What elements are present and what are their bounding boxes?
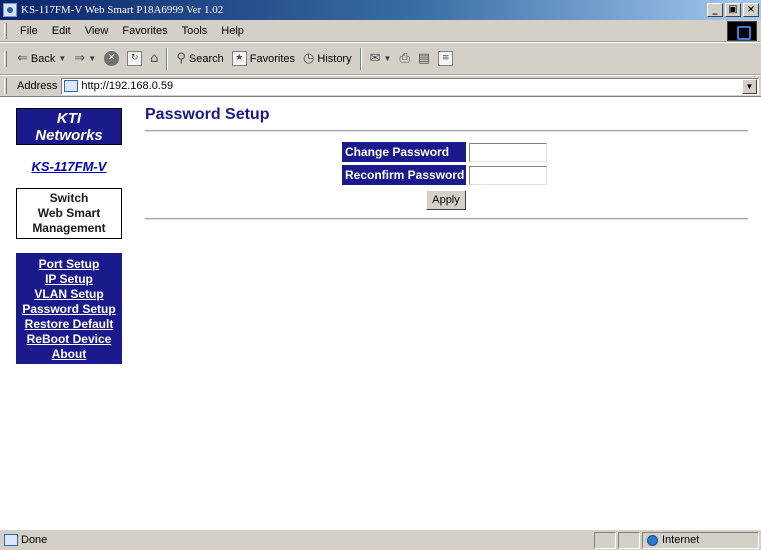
toolbar-separator xyxy=(166,47,169,70)
search-button[interactable]: ⚲ Search xyxy=(172,51,227,66)
stop-button[interactable]: ✕ xyxy=(100,51,123,66)
address-dropdown-icon[interactable]: ▼ xyxy=(742,78,757,94)
menu-tools[interactable]: Tools xyxy=(175,25,215,37)
minimize-button[interactable]: _ xyxy=(707,3,723,17)
menu-grip[interactable] xyxy=(4,22,7,39)
back-label: Back xyxy=(30,52,56,65)
address-grip[interactable] xyxy=(4,78,7,94)
window-title-bar: KS-117FM-V Web Smart P18A6999 Ver 1.02 _… xyxy=(0,0,761,20)
menu-edit[interactable]: Edit xyxy=(45,25,78,37)
edit-button[interactable]: ▤ xyxy=(414,51,434,66)
status-text: Done xyxy=(21,534,48,546)
status-bar: Done Internet xyxy=(0,529,761,550)
menu-favorites[interactable]: Favorites xyxy=(115,25,174,37)
address-label: Address xyxy=(17,80,58,92)
nav-about[interactable]: About xyxy=(16,347,122,362)
zone-label: Internet xyxy=(662,534,700,546)
favorites-icon: ★ xyxy=(231,51,247,66)
menu-file[interactable]: File xyxy=(13,25,45,37)
menu-view[interactable]: View xyxy=(78,25,116,37)
logo-line1: KTI xyxy=(56,110,82,127)
home-button[interactable]: ⌂ xyxy=(146,51,162,66)
status-pane xyxy=(594,531,616,549)
standard-toolbar: ⇐ Back ▼ ⇒ ▼ ✕ ↻ ⌂ ⚲ Search ★ Favorites … xyxy=(0,43,761,75)
page-title: Password Setup xyxy=(145,106,270,123)
globe-icon xyxy=(647,534,658,546)
model-link[interactable]: KS-117FM-V xyxy=(16,159,122,174)
refresh-icon: ↻ xyxy=(127,51,143,66)
refresh-button[interactable]: ↻ xyxy=(123,51,146,66)
management-box: Switch Web Smart Management xyxy=(16,188,122,239)
address-bar: Address http://192.168.0.59 ▼ xyxy=(0,76,761,97)
favorites-button[interactable]: ★ Favorites xyxy=(228,51,299,66)
apply-button[interactable]: Apply xyxy=(426,190,466,210)
toolbar-separator xyxy=(359,47,362,70)
nav-port-setup[interactable]: Port Setup xyxy=(16,257,122,272)
change-password-row: Change Password xyxy=(342,142,547,162)
status-pane xyxy=(618,531,640,549)
kti-logo: KTI Networks xyxy=(16,108,122,145)
reconfirm-password-input[interactable] xyxy=(469,165,547,185)
edit-icon: ▤ xyxy=(417,51,431,66)
history-icon: ◷ xyxy=(303,51,315,66)
forward-dropdown-icon[interactable]: ▼ xyxy=(88,54,96,63)
page-icon xyxy=(64,80,79,92)
restore-button[interactable]: ▣ xyxy=(725,3,741,17)
page-content: KTI Networks KS-117FM-V Switch Web Smart… xyxy=(0,98,761,529)
nav-password-setup[interactable]: Password Setup xyxy=(16,302,122,317)
close-button[interactable]: × xyxy=(743,3,759,17)
discuss-button[interactable]: ≡ xyxy=(434,51,457,66)
mgmt-line1: Switch xyxy=(49,191,89,205)
back-button[interactable]: ⇐ Back ▼ xyxy=(13,51,70,66)
print-button[interactable]: ⎙ xyxy=(395,51,413,66)
favorites-label: Favorites xyxy=(249,52,296,65)
search-label: Search xyxy=(188,52,224,65)
window-controls: _ ▣ × xyxy=(707,3,759,17)
change-password-label: Change Password xyxy=(342,142,466,162)
mgmt-line3: Management xyxy=(32,221,106,235)
nav-reboot-device[interactable]: ReBoot Device xyxy=(16,332,122,347)
search-icon: ⚲ xyxy=(176,51,186,66)
toolbar-grip[interactable] xyxy=(4,50,7,67)
discuss-icon: ≡ xyxy=(438,51,454,66)
back-arrow-icon: ⇐ xyxy=(17,51,28,66)
address-input[interactable]: http://192.168.0.59 ▼ xyxy=(61,77,759,95)
mail-button[interactable]: ✉ ▼ xyxy=(366,51,396,66)
mail-dropdown-icon[interactable]: ▼ xyxy=(384,54,392,63)
reconfirm-password-row: Reconfirm Password xyxy=(342,165,547,185)
security-zone: Internet xyxy=(642,531,759,549)
history-label: History xyxy=(317,52,352,65)
home-icon: ⌂ xyxy=(150,51,159,66)
forward-button[interactable]: ⇒ ▼ xyxy=(70,51,100,66)
windows-logo-icon xyxy=(727,21,757,41)
history-button[interactable]: ◷ History xyxy=(299,51,356,66)
main-panel: Password Setup Change Password Reconfirm… xyxy=(145,98,748,220)
stop-icon: ✕ xyxy=(104,51,120,66)
nav-restore-default[interactable]: Restore Default xyxy=(16,317,122,332)
bottom-divider xyxy=(145,218,748,220)
ie-icon xyxy=(3,3,17,17)
address-url: http://192.168.0.59 xyxy=(81,80,174,92)
nav-vlan-setup[interactable]: VLAN Setup xyxy=(16,287,122,302)
print-icon: ⎙ xyxy=(399,51,410,66)
mgmt-line2: Web Smart xyxy=(37,206,101,220)
nav-ip-setup[interactable]: IP Setup xyxy=(16,272,122,287)
logo-line2: Networks xyxy=(35,127,103,144)
change-password-input[interactable] xyxy=(469,142,547,162)
sidebar: KTI Networks KS-117FM-V Switch Web Smart… xyxy=(16,108,122,364)
back-dropdown-icon[interactable]: ▼ xyxy=(58,54,66,63)
menu-bar: File Edit View Favorites Tools Help xyxy=(0,20,761,42)
page-done-icon xyxy=(4,534,18,546)
menu-help[interactable]: Help xyxy=(214,25,251,37)
window-title: KS-117FM-V Web Smart P18A6999 Ver 1.02 xyxy=(21,4,224,16)
top-divider xyxy=(145,130,748,132)
mail-icon: ✉ xyxy=(369,51,381,66)
forward-arrow-icon: ⇒ xyxy=(74,51,86,66)
reconfirm-password-label: Reconfirm Password xyxy=(342,165,466,185)
nav-menu: Port Setup IP Setup VLAN Setup Password … xyxy=(16,253,122,364)
